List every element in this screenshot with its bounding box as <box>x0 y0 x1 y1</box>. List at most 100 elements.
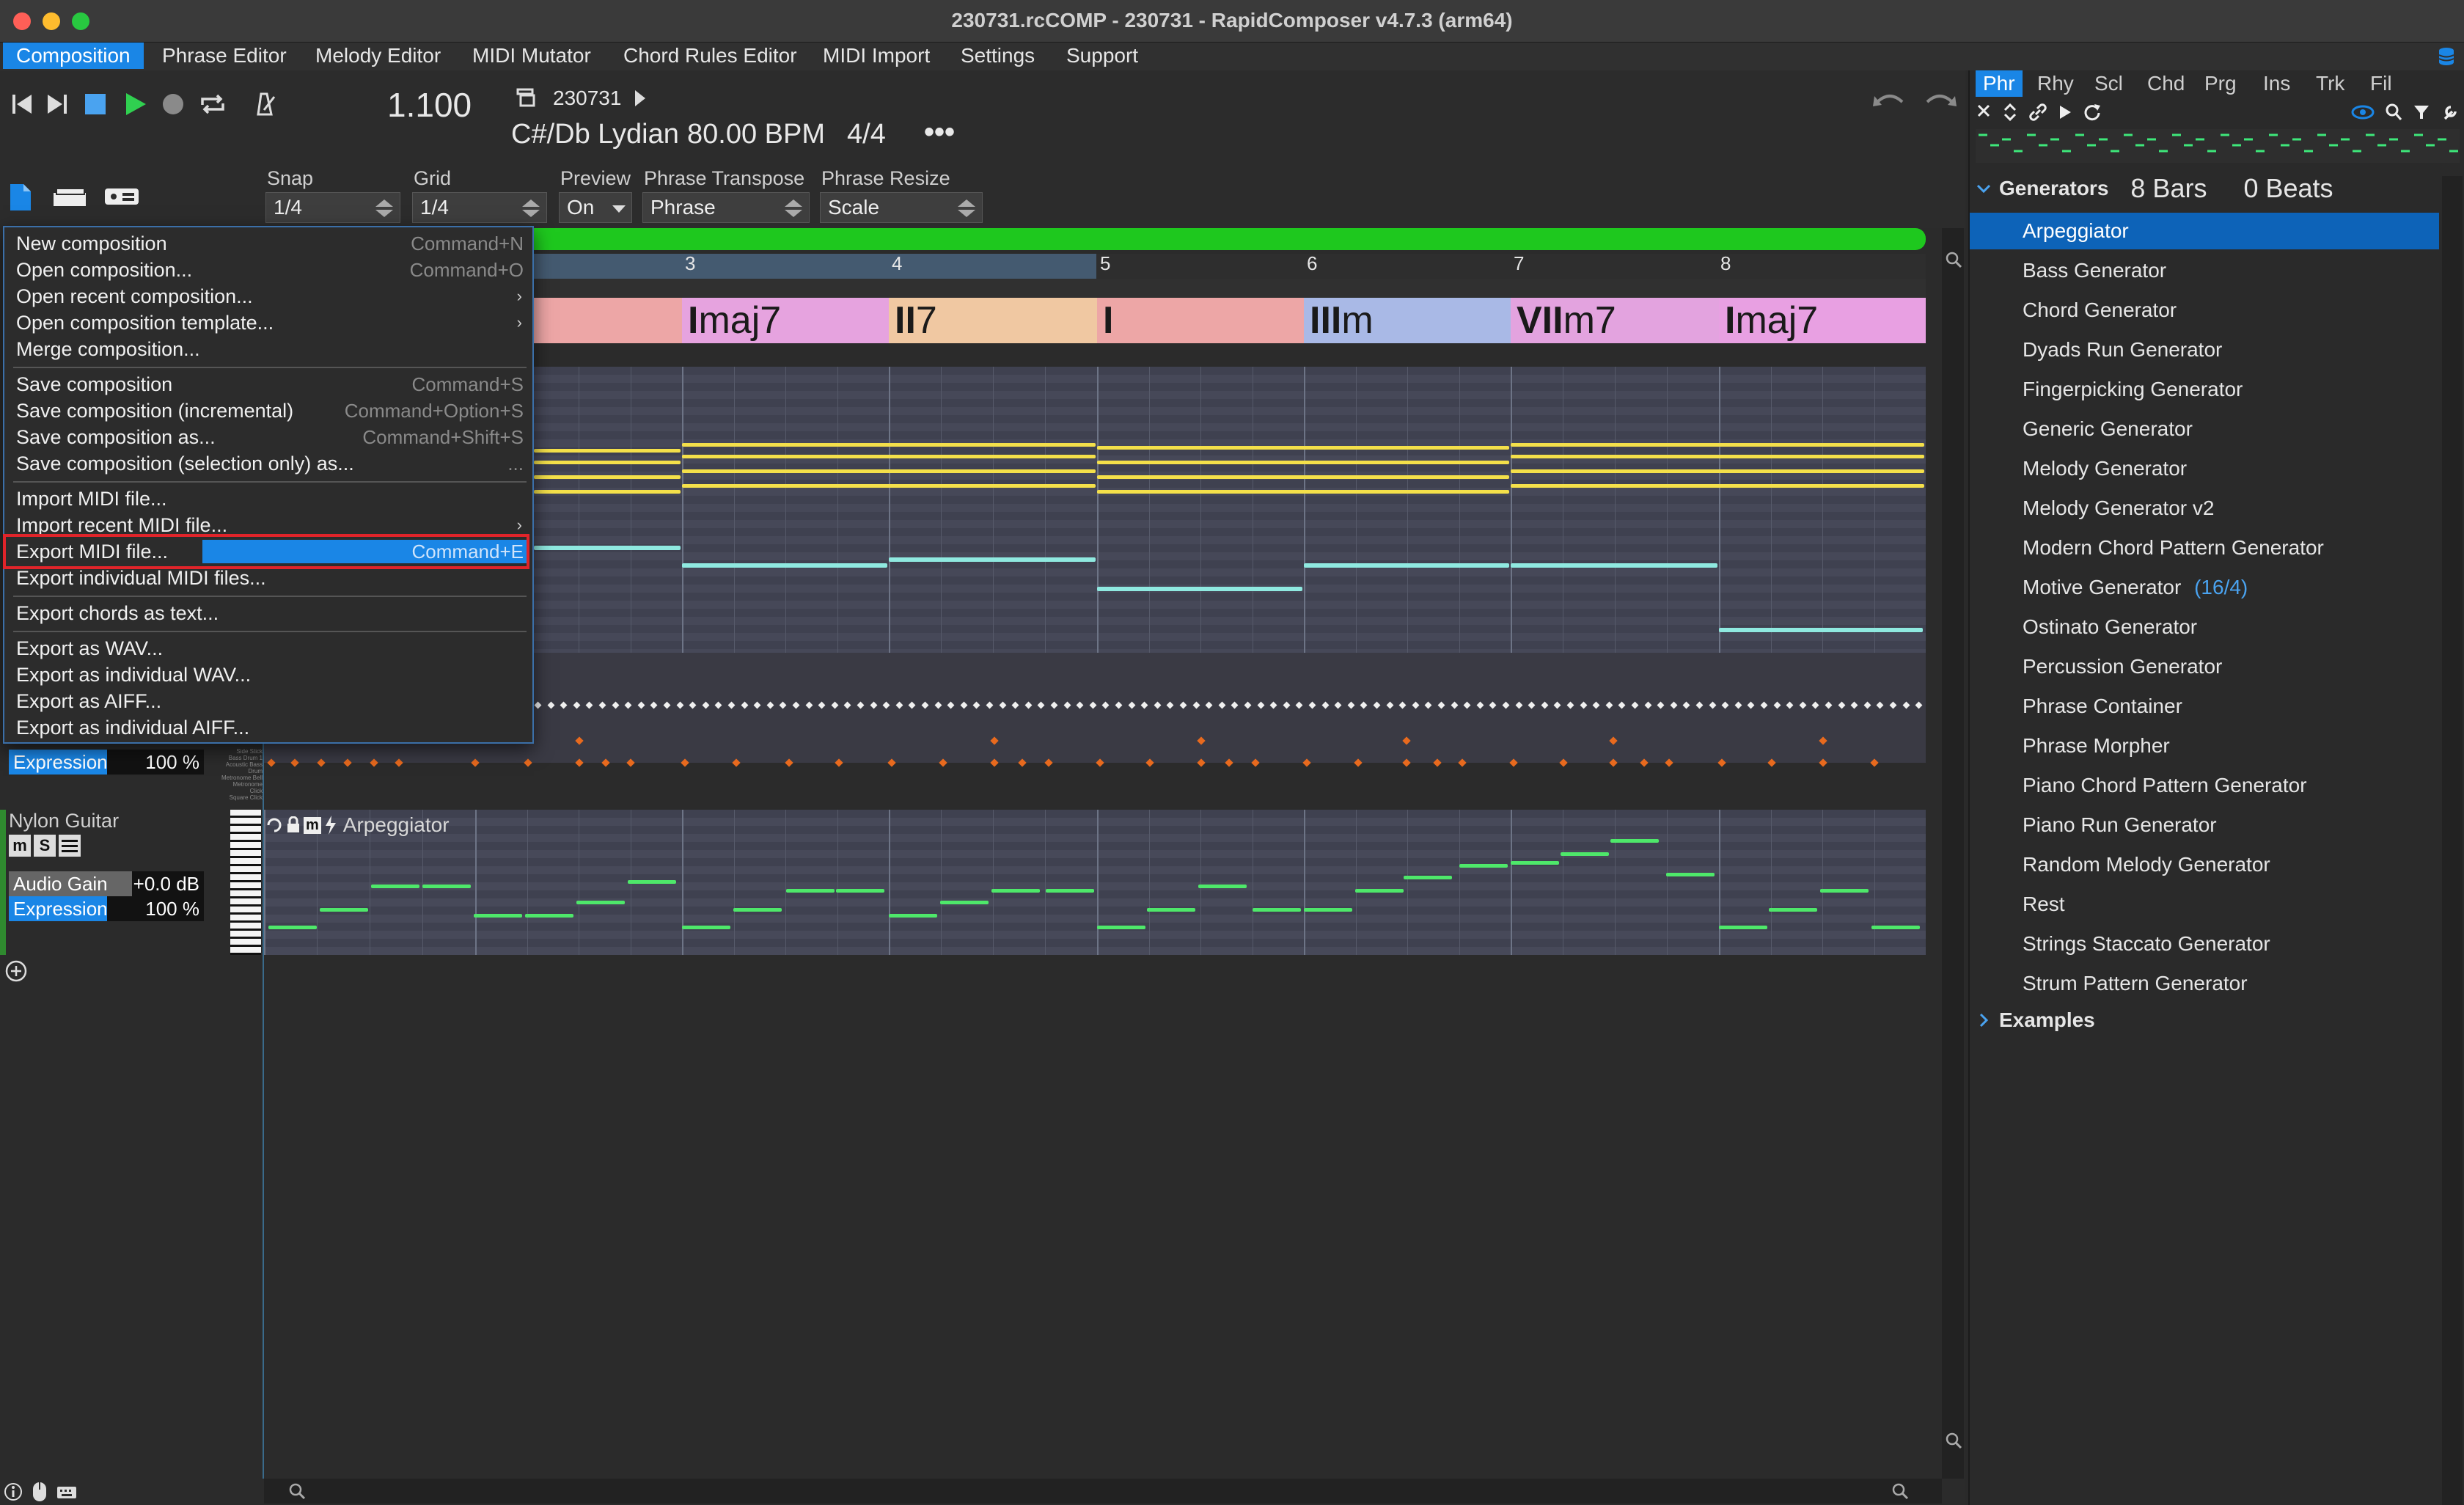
chevron-right-icon[interactable] <box>1976 1012 1992 1028</box>
chord-block[interactable]: Imaj7 <box>682 298 889 343</box>
search-icon[interactable] <box>2385 103 2402 122</box>
zoom-icon[interactable] <box>286 1480 308 1502</box>
expression-control[interactable]: Expression 100 % <box>9 896 204 921</box>
list-item[interactable]: Melody Generator <box>1970 450 2439 487</box>
menu-settings[interactable]: Settings <box>947 43 1048 69</box>
horizontal-scrollbar[interactable] <box>264 1479 1942 1504</box>
metronome-icon[interactable] <box>248 88 280 120</box>
chord-block[interactable]: I <box>1097 298 1304 343</box>
mute-icon[interactable]: m <box>9 835 31 857</box>
list-item[interactable]: Bass Generator <box>1970 252 2439 289</box>
menu-item-save[interactable]: Save composition Command+S <box>4 371 532 398</box>
phrase-transpose-select[interactable]: Phrase <box>642 192 810 223</box>
zoom-out-icon[interactable] <box>1943 1430 1964 1451</box>
add-track-icon[interactable] <box>3 958 29 984</box>
list-item[interactable]: Motive Generator (16/4) <box>1970 569 2439 606</box>
tab-rhy[interactable]: Rhy <box>2030 70 2081 97</box>
generators-header[interactable]: Generators 8 Bars 0 Beats <box>1976 173 2333 204</box>
list-item[interactable]: Dyads Run Generator <box>1970 332 2439 368</box>
menu-item-merge[interactable]: Merge composition... <box>4 336 532 362</box>
chevron-right-icon[interactable] <box>629 87 650 110</box>
menu-item-save-as[interactable]: Save composition as... Command+Shift+S <box>4 424 532 450</box>
menu-item-new-composition[interactable]: New composition Command+N <box>4 230 532 257</box>
list-item[interactable]: Phrase Container <box>1970 688 2439 725</box>
browser-scrollbar[interactable] <box>2442 176 2463 1505</box>
key-scale[interactable]: C#/Db Lydian <box>511 119 679 150</box>
track-name[interactable]: Nylon Guitar <box>9 810 119 832</box>
link-icon[interactable] <box>2028 103 2047 122</box>
examples-header[interactable]: Examples <box>1976 1005 2095 1036</box>
info-icon[interactable] <box>3 1482 23 1502</box>
loop-icon[interactable] <box>265 816 283 834</box>
menu-item-save-selection[interactable]: Save composition (selection only) as....… <box>4 450 532 477</box>
menu-chord-rules-editor[interactable]: Chord Rules Editor <box>610 43 810 69</box>
menu-item-export-midi[interactable]: Export MIDI file... Command+E <box>3 534 532 569</box>
menu-midi-mutator[interactable]: MIDI Mutator <box>459 43 604 69</box>
snap-select[interactable]: 1/4 <box>265 192 400 223</box>
keyboard-icon[interactable] <box>56 1483 78 1501</box>
expression-control[interactable]: Expression 100 % <box>9 750 204 775</box>
play-icon[interactable] <box>2058 103 2072 122</box>
menu-item-open-composition[interactable]: Open composition... Command+O <box>4 257 532 283</box>
list-item[interactable]: Arpeggiator <box>1970 213 2439 249</box>
lock-icon[interactable] <box>286 816 301 834</box>
playhead-position[interactable]: 1.100 <box>387 85 472 125</box>
list-item[interactable]: Ostinato Generator <box>1970 609 2439 645</box>
mouse-icon[interactable] <box>31 1481 48 1503</box>
chord-block[interactable]: II7 <box>889 298 1097 343</box>
menu-item-save-incremental[interactable]: Save composition (incremental) Command+Op… <box>4 398 532 424</box>
tab-trk[interactable]: Trk <box>2309 70 2352 97</box>
menu-midi-import[interactable]: MIDI Import <box>810 43 943 69</box>
menu-item-export-individual-wav[interactable]: Export as individual WAV... <box>4 662 532 688</box>
stop-icon[interactable] <box>81 88 110 120</box>
menu-item-export-chords-text[interactable]: Export chords as text... <box>4 600 532 626</box>
preview-select[interactable]: On <box>559 192 632 223</box>
list-item[interactable]: Percussion Generator <box>1970 648 2439 685</box>
more-options-button[interactable]: ••• <box>924 116 955 149</box>
mute-icon[interactable]: m <box>304 816 321 834</box>
menu-support[interactable]: Support <box>1053 43 1151 69</box>
database-icon[interactable] <box>2433 44 2460 69</box>
tab-phr[interactable]: Phr <box>1976 70 2023 97</box>
composition-name[interactable]: 230731 <box>553 87 621 110</box>
menu-item-export-individual-aiff[interactable]: Export as individual AIFF... <box>4 714 532 741</box>
tab-fil[interactable]: Fil <box>2363 70 2399 97</box>
tab-prg[interactable]: Prg <box>2197 70 2244 97</box>
list-item[interactable]: Piano Chord Pattern Generator <box>1970 767 2439 804</box>
solo-icon[interactable]: S <box>34 835 56 857</box>
redo-icon[interactable] <box>1921 87 1958 116</box>
time-signature[interactable]: 4/4 <box>847 119 886 150</box>
undo-icon[interactable] <box>1871 87 1908 116</box>
composition-browser-icon[interactable] <box>513 84 538 111</box>
menu-item-export-individual-midi[interactable]: Export individual MIDI files... <box>4 565 532 591</box>
tab-scl[interactable]: Scl <box>2087 70 2130 97</box>
list-item[interactable]: Rest <box>1970 886 2439 923</box>
menu-item-import-midi[interactable]: Import MIDI file... <box>4 486 532 512</box>
list-item[interactable]: Chord Generator <box>1970 292 2439 329</box>
tempo[interactable]: 80.00 BPM <box>687 119 825 150</box>
play-icon[interactable] <box>120 88 150 120</box>
chord-block[interactable]: Imaj7 <box>1719 298 1926 343</box>
vertical-scrollbar[interactable] <box>1942 228 1964 1479</box>
controller-icon[interactable] <box>101 182 142 211</box>
list-item[interactable]: Strings Staccato Generator <box>1970 926 2439 962</box>
list-item[interactable]: Fingerpicking Generator <box>1970 371 2439 408</box>
menu-phrase-editor[interactable]: Phrase Editor <box>149 43 300 69</box>
audio-gain-control[interactable]: Audio Gain +0.0 dB <box>9 871 204 896</box>
list-item[interactable]: Modern Chord Pattern Generator <box>1970 530 2439 566</box>
menu-item-open-template[interactable]: Open composition template... › <box>4 310 532 336</box>
menu-composition[interactable]: Composition <box>3 43 144 69</box>
track-menu-icon[interactable] <box>59 835 81 857</box>
chevron-down-icon[interactable] <box>1976 180 1992 197</box>
keyboard-icon[interactable] <box>51 182 88 211</box>
collapse-icon[interactable] <box>1976 103 1992 122</box>
list-item[interactable]: Piano Run Generator <box>1970 807 2439 843</box>
zoom-in-icon[interactable] <box>1943 249 1964 270</box>
grid-select[interactable]: 1/4 <box>412 192 547 223</box>
list-item[interactable]: Melody Generator v2 <box>1970 490 2439 527</box>
list-item[interactable]: Phrase Morpher <box>1970 728 2439 764</box>
list-item[interactable]: Generic Generator <box>1970 411 2439 447</box>
tab-ins[interactable]: Ins <box>2256 70 2298 97</box>
piano-keyboard[interactable] <box>230 810 261 955</box>
record-icon[interactable] <box>158 88 188 120</box>
